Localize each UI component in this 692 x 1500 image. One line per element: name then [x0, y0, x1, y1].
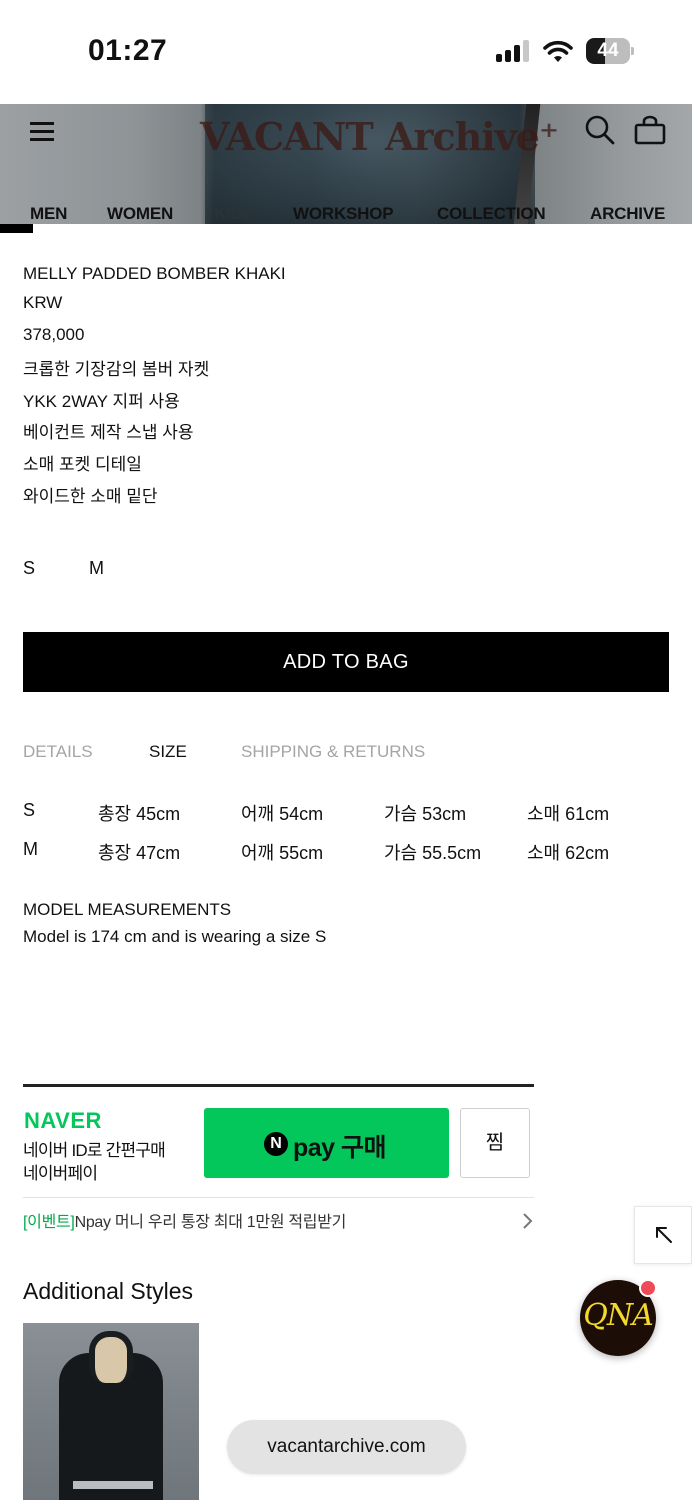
search-icon[interactable] [584, 114, 616, 146]
product-name: MELLY PADDED BOMBER KHAKI [23, 264, 286, 283]
product-currency: KRW [23, 293, 63, 312]
chest-value: 가슴 53cm [384, 804, 467, 824]
additional-style-image[interactable] [23, 1323, 199, 1500]
tab-shipping-returns[interactable]: SHIPPING & RETURNS [241, 742, 425, 762]
product-feature: YKK 2WAY 지퍼 사용 [23, 392, 180, 411]
product-feature: 크롭한 기장감의 봄버 자켓 [23, 360, 210, 379]
main-nav: MEN WOMEN KIDS WORKSHOP COLLECTION ARCHI… [0, 204, 692, 224]
size-label: M [23, 839, 38, 859]
size-table-row: S 총장 45cm 어깨 54cm 가슴 53cm 소매 61cm [0, 800, 692, 824]
product-feature: 소매 포켓 디테일 [23, 455, 142, 474]
length-value: 총장 47cm [98, 843, 181, 863]
arrow-up-left-icon [656, 1227, 672, 1243]
size-option-s[interactable]: S [23, 558, 35, 579]
naver-n-icon: N [264, 1132, 288, 1156]
status-time: 01:27 [88, 34, 168, 67]
qna-label: QNA [583, 1298, 654, 1333]
notification-dot [639, 1279, 657, 1297]
nav-women[interactable]: WOMEN [107, 204, 173, 224]
cellular-signal-icon [496, 40, 532, 62]
tab-size[interactable]: SIZE [149, 742, 187, 762]
browser-url-bar[interactable]: vacantarchive.com [227, 1420, 466, 1474]
site-header: VACANT Archive⁺ MEN WOMEN KIDS WORKSHOP … [0, 104, 692, 224]
battery-level: 44 [597, 40, 619, 61]
nav-kids[interactable]: KIDS [214, 204, 254, 224]
nav-archive[interactable]: ARCHIVE [590, 204, 665, 224]
shoulder-value: 어깨 54cm [241, 804, 324, 824]
tab-details[interactable]: DETAILS [23, 742, 93, 762]
wifi-icon [542, 38, 574, 64]
site-logo[interactable]: VACANT Archive⁺ [200, 114, 559, 159]
shoulder-value: 어깨 55cm [241, 843, 324, 863]
npay-button-label: pay 구매 [293, 1134, 387, 1162]
size-table-row: M 총장 47cm 어깨 55cm 가슴 55.5cm 소매 62cm [0, 839, 692, 863]
size-label: S [23, 800, 36, 820]
product-price: 378,000 [23, 325, 85, 344]
chest-value: 가슴 55.5cm [384, 843, 482, 863]
event-tag: [이벤트] [23, 1214, 75, 1231]
event-text: Npay 머니 우리 통장 최대 1만원 적립받기 [74, 1214, 347, 1231]
npay-divider-top [23, 1084, 534, 1087]
sleeve-value: 소매 61cm [527, 804, 610, 824]
nav-collection[interactable]: COLLECTION [437, 204, 546, 224]
additional-styles-title: Additional Styles [23, 1278, 194, 1304]
chevron-right-icon[interactable] [520, 1210, 536, 1232]
battery-icon: 44 [586, 38, 634, 64]
length-value: 총장 45cm [98, 804, 181, 824]
product-feature: 베이컨트 제작 스냅 사용 [23, 423, 194, 442]
nav-men[interactable]: MEN [30, 204, 67, 224]
model-measurements-title: MODEL MEASUREMENTS [23, 900, 232, 919]
status-bar: 01:27 44 [0, 0, 692, 104]
nav-workshop[interactable]: WORKSHOP [293, 204, 394, 224]
product-feature: 와이드한 소매 밑단 [23, 487, 158, 506]
nav-active-indicator [0, 224, 33, 233]
size-option-m[interactable]: M [89, 558, 104, 579]
hamburger-menu-icon[interactable] [30, 120, 56, 141]
sleeve-value: 소매 62cm [527, 843, 610, 863]
naver-logo: NAVER [24, 1108, 102, 1133]
npay-divider [23, 1197, 534, 1198]
npay-purchase-button[interactable]: N pay 구매 [204, 1108, 449, 1178]
wishlist-button[interactable]: 찜 [460, 1108, 530, 1178]
naver-id-purchase-text: 네이버 ID로 간편구매 [23, 1141, 166, 1160]
add-to-bag-button[interactable]: ADD TO BAG [23, 632, 669, 692]
naverpay-text: 네이버페이 [23, 1164, 98, 1183]
scroll-to-top-button[interactable] [634, 1206, 692, 1264]
model-measurements-text: Model is 174 cm and is wearing a size S [23, 927, 327, 946]
shopping-bag-icon[interactable] [634, 114, 666, 146]
npay-event-link[interactable]: [이벤트]Npay 머니 우리 통장 최대 1만원 적립받기 [23, 1208, 346, 1232]
